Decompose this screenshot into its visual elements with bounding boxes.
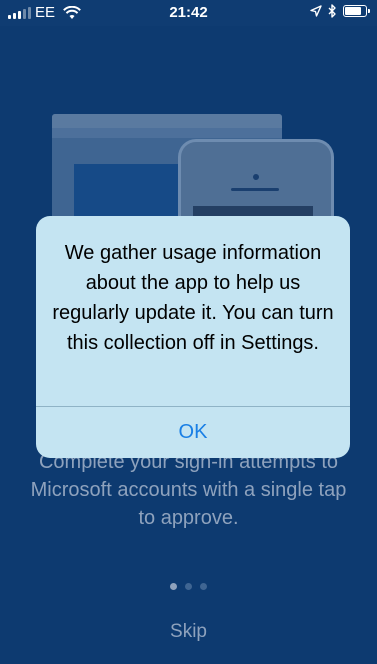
page-indicator: [0, 583, 377, 590]
status-bar: EE 21:42: [0, 0, 377, 26]
page-dot-1: [170, 583, 177, 590]
location-arrow-icon: [310, 5, 322, 17]
alert-message: We gather usage information about the ap…: [52, 242, 334, 354]
skip-button[interactable]: Skip: [0, 621, 377, 643]
bluetooth-icon: [328, 4, 336, 18]
ok-button[interactable]: OK: [36, 407, 350, 458]
page-dot-3: [200, 583, 207, 590]
battery-icon: [343, 5, 370, 17]
browser-illustration-titlebar: [52, 114, 282, 128]
phone-illustration-camera: [253, 174, 259, 180]
phone-illustration-speaker: [231, 188, 279, 191]
page-dot-2: [185, 583, 192, 590]
usage-info-alert: We gather usage information about the ap…: [36, 216, 350, 458]
onboarding-description: Complete your sign-in attempts to Micros…: [30, 451, 347, 529]
browser-illustration-tabbar: [52, 128, 282, 138]
status-right: [310, 4, 370, 18]
